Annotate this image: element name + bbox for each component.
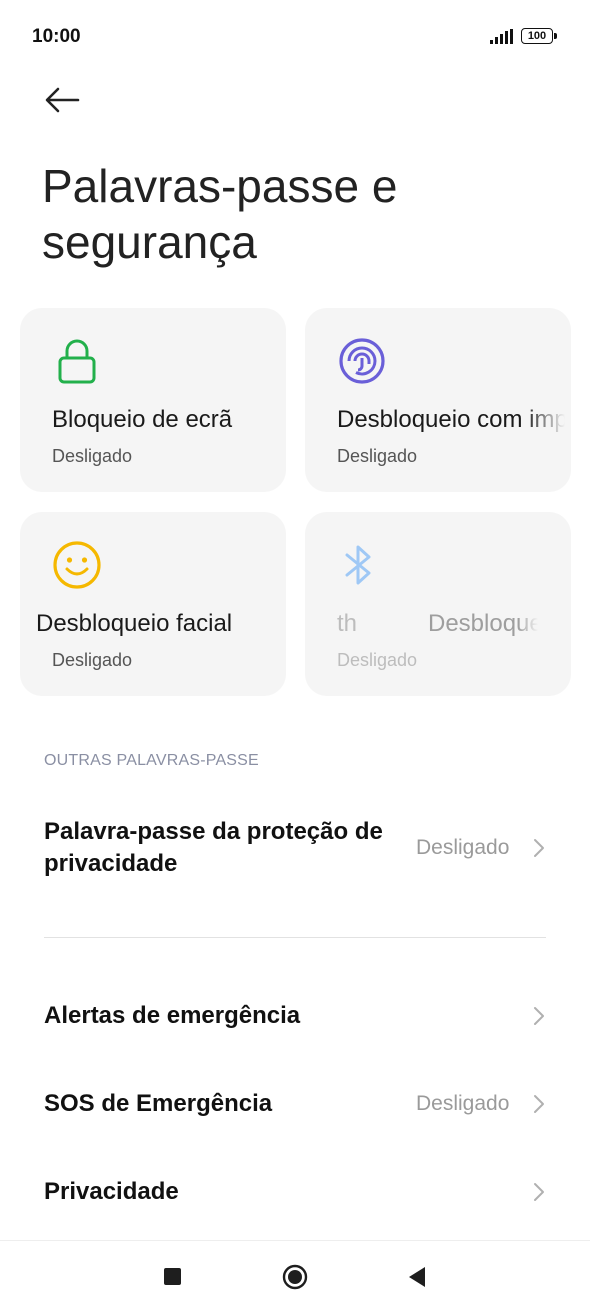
emergency-sos-row[interactable]: SOS de Emergência Desligado — [0, 1068, 590, 1140]
privacy-title: Privacidade — [44, 1178, 179, 1205]
bluetooth-icon — [345, 545, 371, 585]
bluetooth-unlock-label: Desbloqueio — [428, 610, 538, 637]
emergency-sos-title: SOS de Emergência — [44, 1090, 273, 1117]
signal-icon — [490, 29, 513, 44]
chevron-right-icon — [534, 1095, 544, 1113]
privacy-protection-password-row[interactable]: Palavra-passe da proteção de privacidade… — [0, 800, 590, 896]
emergency-alerts-title: Alertas de emergência — [44, 1002, 301, 1029]
divider — [44, 937, 546, 938]
fingerprint-icon — [339, 338, 385, 384]
fingerprint-unlock-label: Desbloqueio com impressão digital — [337, 406, 565, 433]
battery-icon: 100 — [521, 28, 553, 44]
screen-lock-card[interactable]: Bloqueio de ecrã Desligado — [20, 308, 286, 492]
back-arrow-icon[interactable] — [42, 84, 82, 116]
face-unlock-card[interactable]: Desbloqueio facial Desligado — [20, 512, 286, 696]
chevron-right-icon — [534, 839, 544, 857]
battery-level: 100 — [527, 30, 547, 42]
emergency-alerts-row[interactable]: Alertas de emergência — [0, 980, 590, 1052]
fingerprint-unlock-card[interactable]: Desbloqueio com impressão digital Deslig… — [305, 308, 571, 492]
recents-button[interactable] — [164, 1268, 181, 1285]
back-button[interactable] — [405, 1264, 429, 1290]
home-button[interactable] — [282, 1264, 308, 1290]
chevron-right-icon — [534, 1007, 544, 1025]
chevron-right-icon — [534, 1183, 544, 1201]
lock-icon — [58, 339, 96, 384]
screen-lock-label: Bloqueio de ecrã — [52, 406, 233, 433]
face-unlock-label: Desbloqueio facial — [36, 610, 233, 637]
privacy-row[interactable]: Privacidade — [0, 1156, 590, 1228]
screen-lock-status: Desligado — [52, 446, 133, 466]
battery-tip — [554, 33, 557, 39]
bluetooth-unlock-card[interactable]: th Desbloqueio Desligado — [305, 512, 571, 696]
privacy-protection-password-title: Palavra-passe da proteção de privacidade — [44, 818, 383, 877]
face-unlock-status: Desligado — [52, 650, 133, 670]
privacy-protection-password-value: Desligado — [416, 836, 510, 859]
page-title: Palavras-passe e segurança — [42, 160, 398, 268]
status-time: 10:00 — [32, 26, 81, 47]
section-header-other-passwords: OUTRAS PALAVRAS-PASSE — [44, 752, 259, 769]
face-smile-icon — [53, 541, 101, 589]
emergency-sos-value: Desligado — [416, 1092, 510, 1115]
fingerprint-unlock-status: Desligado — [337, 446, 418, 466]
bluetooth-unlock-status: Desligado — [337, 650, 418, 670]
